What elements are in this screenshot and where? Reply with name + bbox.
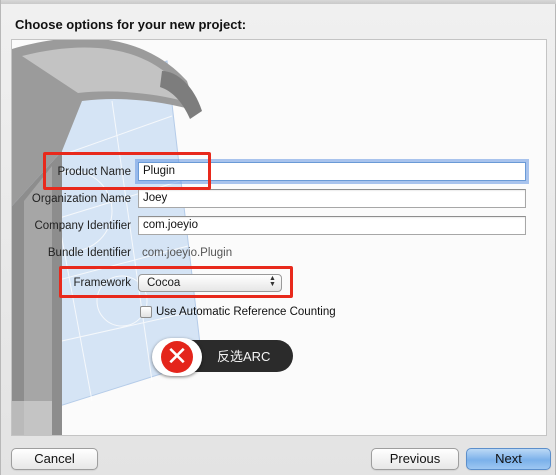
options-panel: [11, 39, 547, 436]
x-icon: ✕: [161, 341, 193, 373]
bundle-identifier-value: com.joeyio.Plugin: [142, 247, 233, 259]
page-title: Choose options for your new project:: [15, 17, 247, 32]
annotation-callout-text: 反选ARC: [217, 349, 271, 364]
xcode-hammer-blueprint-art: [12, 40, 203, 435]
organization-name-field[interactable]: Joey: [138, 189, 526, 208]
next-button[interactable]: Next: [466, 448, 551, 470]
previous-button[interactable]: Previous: [371, 448, 459, 470]
bundle-identifier-label: Bundle Identifier: [47, 247, 131, 259]
company-identifier-field[interactable]: com.joeyio: [138, 216, 526, 235]
window-top-edge: [1, 0, 556, 4]
organization-name-label: Organization Name: [31, 193, 131, 205]
company-identifier-label: Company Identifier: [34, 220, 131, 232]
arc-checkbox-label[interactable]: Use Automatic Reference Counting: [156, 306, 336, 318]
new-project-window: Choose options for your new project: Pro…: [0, 0, 556, 475]
arc-checkbox[interactable]: [140, 306, 152, 318]
annotation-box-framework: [59, 266, 293, 298]
annotation-box-product-name: [43, 152, 211, 190]
cancel-button[interactable]: Cancel: [11, 448, 98, 470]
